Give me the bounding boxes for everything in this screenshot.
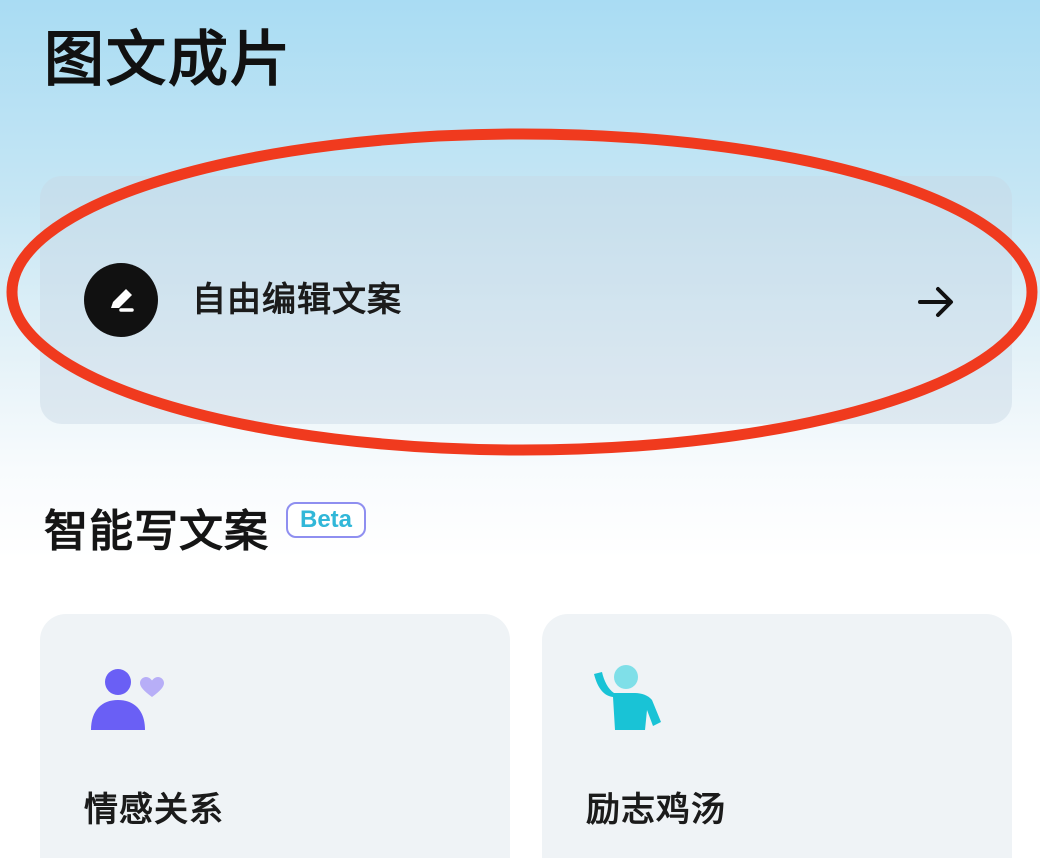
topic-label: 励志鸡汤 (586, 790, 726, 830)
beta-badge: Beta (286, 502, 366, 538)
topic-card-emotional-relationship[interactable]: 情感关系 (40, 614, 510, 858)
topic-card-inspirational[interactable]: 励志鸡汤 (542, 614, 1012, 858)
free-edit-card[interactable]: 自由编辑文案 (40, 176, 1012, 424)
arrow-right-icon (918, 287, 953, 317)
pencil-icon (84, 263, 158, 337)
free-edit-label: 自由编辑文案 (192, 280, 402, 320)
section-title: 智能写文案 (44, 506, 269, 557)
page-title: 图文成片 (44, 25, 292, 95)
person-heart-icon (91, 669, 164, 730)
person-waving-icon (594, 665, 661, 730)
topic-label: 情感关系 (84, 790, 224, 830)
